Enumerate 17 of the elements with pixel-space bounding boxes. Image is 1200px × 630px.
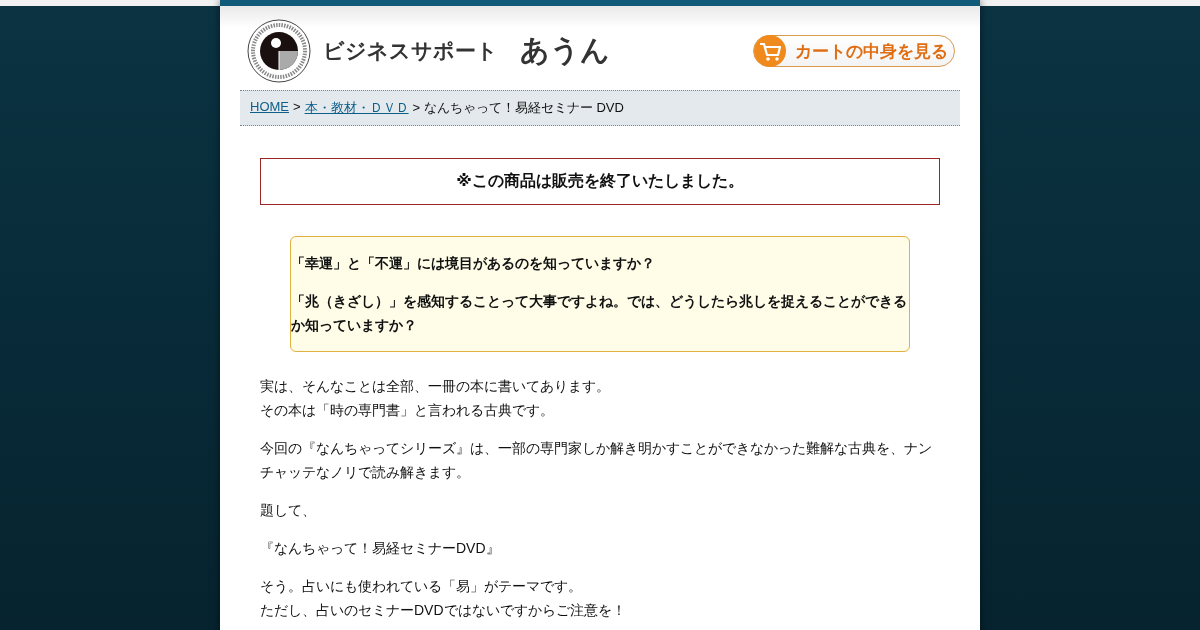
paragraph: 今回の『なんちゃってシリーズ』は、一部の専門家しか解き明かすことができなかった難解な古典を、ナンチャッテなノリで読み解きます。 xyxy=(260,439,933,482)
paragraph: 実は、そんなことは全部、一冊の本に書いてあります。 その本は「時の専門書」と言われる古典です。 xyxy=(260,377,611,420)
paragraph: 『なんちゃって！易経セミナーDVD』 xyxy=(260,539,501,558)
view-cart-button[interactable]: カートの中身を見る xyxy=(753,35,955,67)
breadcrumb-link[interactable]: HOME xyxy=(250,99,289,117)
cart-icon xyxy=(753,34,787,68)
highlight-text: 「幸運」と「不運」には境目があるのを知っていますか？ xyxy=(291,254,656,273)
site-name-logotype: あうん xyxy=(520,33,610,68)
breadcrumb-text: > xyxy=(293,99,301,116)
logo-icon xyxy=(247,19,311,83)
paragraph: そう。占いにも使われている「易」がテーマです。 ただし、占いのセミナーDVDではないですからご注意を！ xyxy=(260,577,627,620)
highlight-text: 「兆（きざし）」を感知することって大事ですよね。では、どうしたら兆しを捉えることができるか知っていますか？ xyxy=(291,292,908,335)
discontinued-notice: ※この商品は販売を終了いたしました。 xyxy=(260,158,940,205)
paragraph: 題して、 xyxy=(260,501,317,520)
site-name: ビジネスサポート xyxy=(323,38,498,64)
breadcrumb-link[interactable]: 本・教材・ＤＶＤ xyxy=(304,99,409,117)
breadcrumb-text: > なんちゃって！易経セミナー DVD xyxy=(412,99,624,117)
